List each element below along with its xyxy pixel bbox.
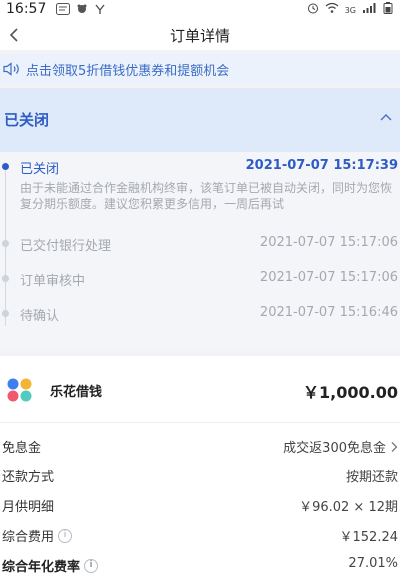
monthly-detail-row: 月供明细 ￥96.02 × 12期 [0,494,400,518]
annual-rate-row: 综合年化费率 i 27.01% [0,554,400,578]
system-status-bar: 16:57 3G [0,0,400,20]
info-icon[interactable]: i [84,558,99,573]
monthly-detail-label: 月供明细 [2,500,55,515]
interest-free-value: 成交返300免息金 [283,441,386,456]
timeline-time: 2021-07-07 15:17:06 [259,235,398,250]
timeline-dot [2,275,9,282]
interest-free-row[interactable]: 免息金 成交返300免息金 [0,435,400,459]
order-status-title: 已关闭 [4,111,50,129]
navigation-bar: 订单详情 [0,20,400,50]
order-detail-card: 乐花借钱 ￥1,000.00 免息金 成交返300免息金 还款方式 按期还款 月… [0,356,400,583]
promo-text: 点击领取5折借钱优惠券和提额机会 [26,63,230,79]
interest-free-value-group: 成交返300免息金 [283,437,398,456]
repayment-method-row: 还款方式 按期还款 [0,464,400,488]
total-fee-label-group: 综合费用 i [2,526,73,545]
total-fee-row: 综合费用 i ￥152.24 [0,524,400,548]
timeline-title: 已关闭 [20,162,60,177]
annual-rate-value: 27.01% [348,556,398,571]
loan-amount: ￥1,000.00 [303,383,398,402]
chevron-up-icon[interactable] [378,110,394,126]
status-time: 16:57 [6,1,47,17]
order-status-header[interactable]: 已关闭 [0,88,400,152]
wifi-icon [325,2,339,19]
product-name: 乐花借钱 [50,385,103,400]
app-icon [94,3,106,19]
speaker-icon [2,59,22,79]
lehua-logo-icon [7,378,32,402]
signal-icon [362,2,376,19]
timeline-description: 由于未能通过合作金融机构终审，该笔订单已被自动关闭，同时为您恢复分期乐额度。建议… [20,181,393,211]
annual-rate-label: 综合年化费率 [2,560,81,575]
timeline-title: 待确认 [20,309,60,324]
battery-icon [382,2,394,19]
timeline-dot [2,240,9,247]
timeline-title: 已交付银行处理 [20,239,112,254]
page-title: 订单详情 [169,27,230,45]
timeline-dot [2,310,9,317]
total-fee-label: 综合费用 [2,530,55,545]
annual-rate-label-group: 综合年化费率 i [2,556,99,575]
message-icon [56,3,70,19]
interest-free-label: 免息金 [2,441,42,456]
product-row: 乐花借钱 ￥1,000.00 [0,356,400,422]
timeline-dot-active [2,163,9,170]
timeline-time: 2021-07-07 15:16:46 [259,305,398,320]
timeline-time: 2021-07-07 15:17:06 [259,270,398,285]
timeline-title: 订单审核中 [20,274,86,289]
promo-banner[interactable]: 点击领取5折借钱优惠券和提额机会 [0,54,400,84]
network-type-label: 3G [344,5,356,15]
order-timeline: 已关闭 2021-07-07 15:17:39 由于未能通过合作金融机构终审，该… [0,152,400,348]
monthly-detail-value: ￥96.02 × 12期 [299,500,398,515]
notification-icon [76,3,88,19]
alarm-icon [307,2,319,19]
divider [0,422,400,423]
timeline-time: 2021-07-07 15:17:39 [245,158,398,173]
repayment-method-value: 按期还款 [345,470,398,485]
chevron-right-icon [391,441,398,452]
info-icon[interactable]: i [58,528,73,543]
repayment-method-label: 还款方式 [2,470,55,485]
status-left-icons [56,3,106,19]
total-fee-value: ￥152.24 [339,530,399,545]
status-right-icons: 3G [307,2,394,19]
